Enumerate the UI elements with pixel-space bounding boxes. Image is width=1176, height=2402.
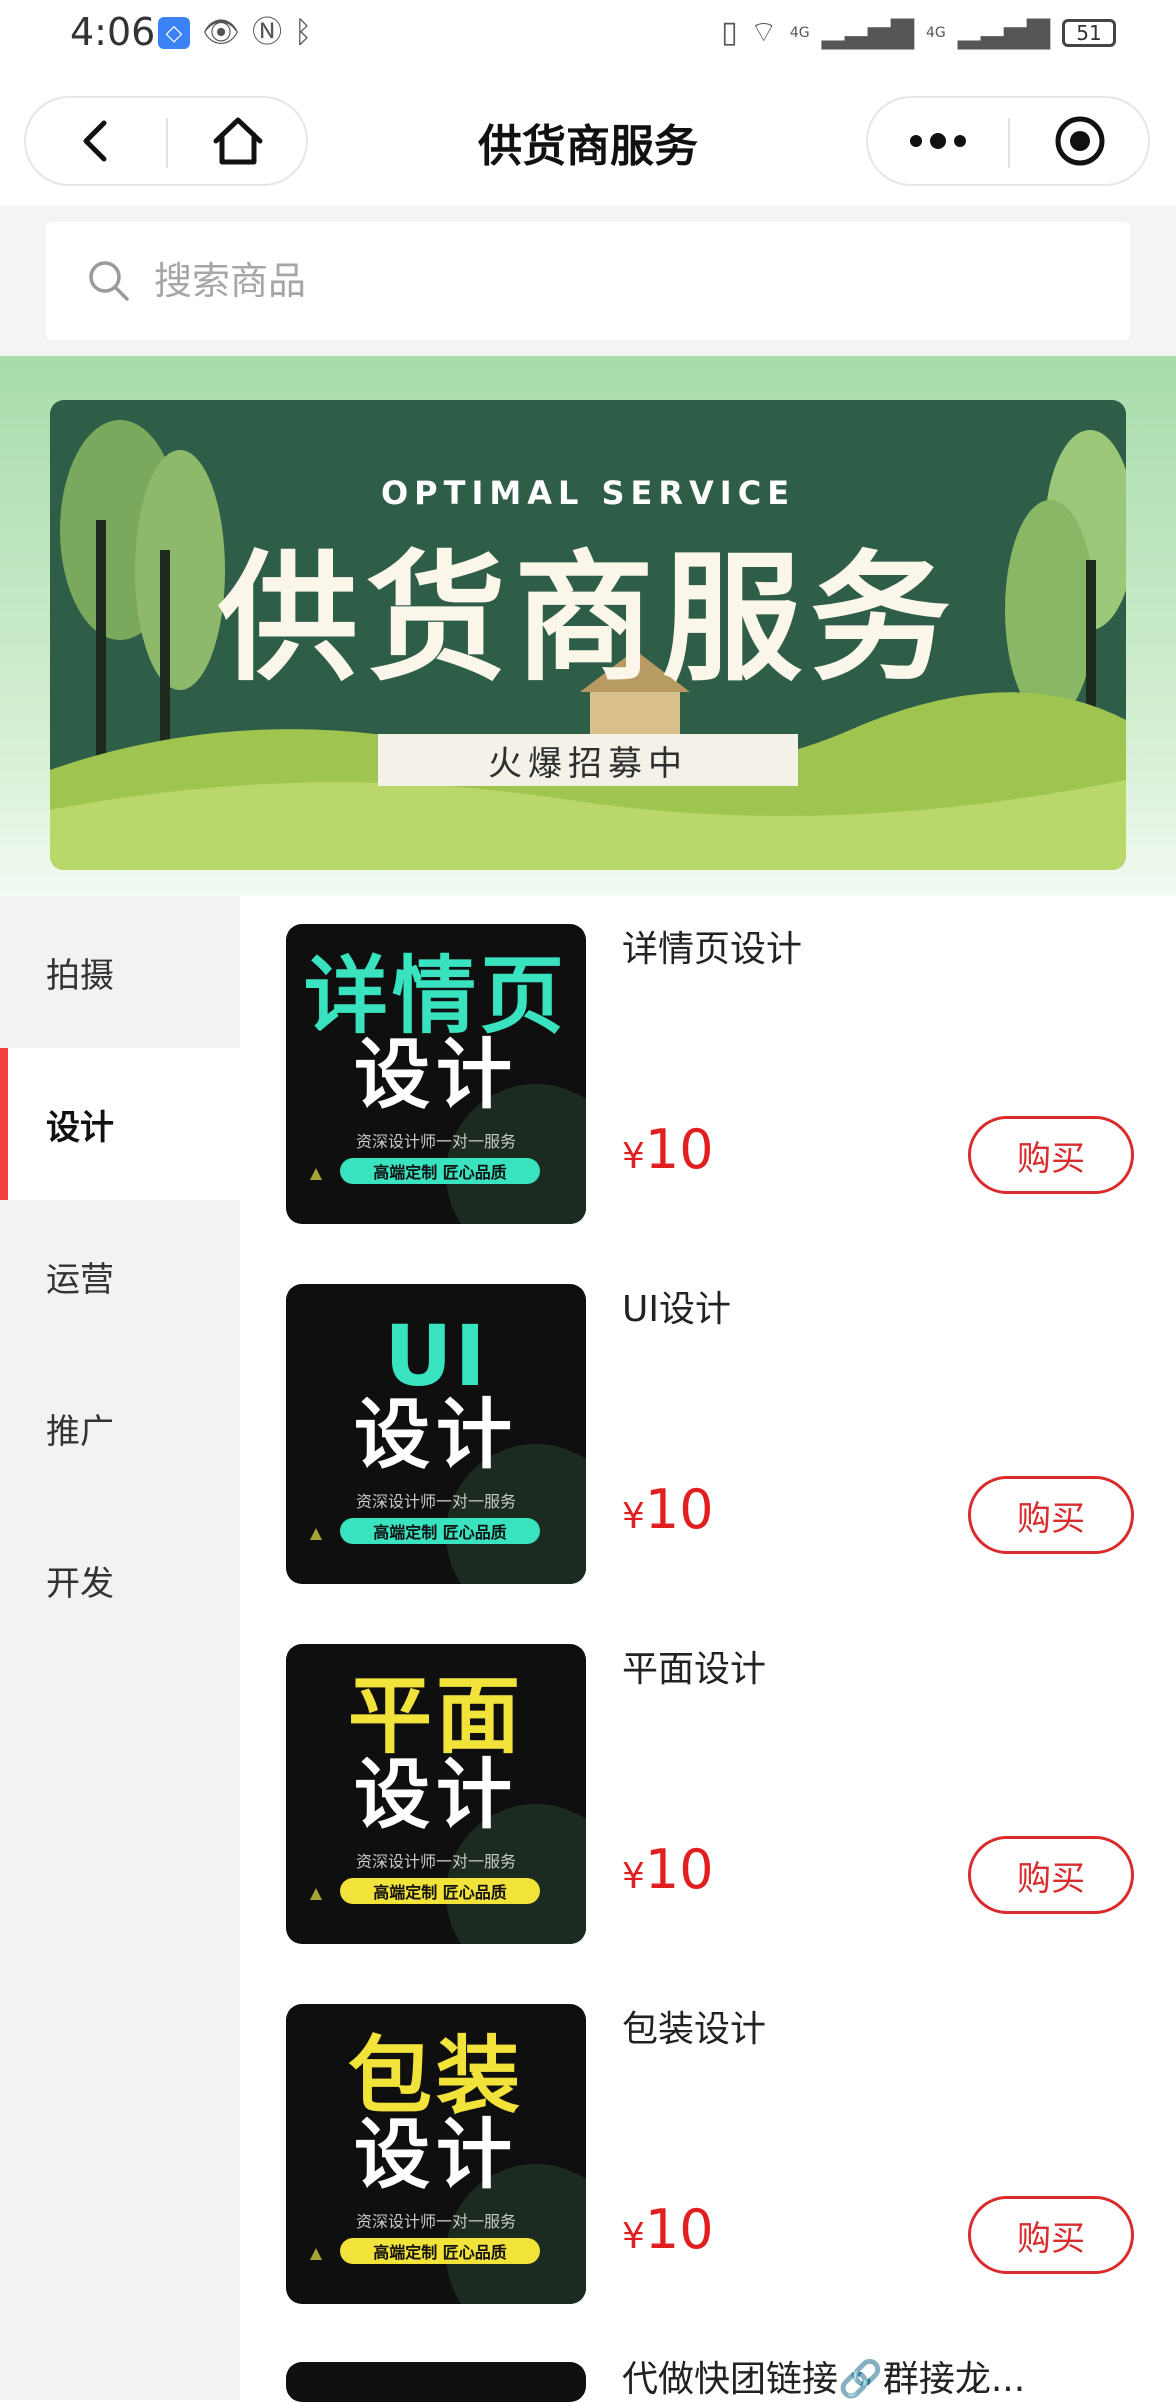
thumbnail-subheadline: 设计	[354, 1030, 518, 1119]
sidebar-item-label: 开发	[46, 1563, 114, 1604]
nfc-icon: Ⓝ	[252, 15, 283, 50]
product-card[interactable]: UI 设计 资深设计师一对一服务 高端定制 匠心品质 UI设计 ¥10 购买	[240, 1256, 1176, 1616]
thumbnail-caption: 资深设计师一对一服务	[355, 1852, 516, 1871]
product-name[interactable]: 平面设计	[622, 1640, 766, 1692]
status-time: 4:06	[70, 10, 156, 54]
banner-subtitle: OPTIMAL SERVICE	[380, 474, 796, 512]
promo-banner[interactable]: OPTIMAL SERVICE 供货商服务 火爆招募中	[50, 400, 1126, 870]
more-button[interactable]	[868, 98, 1008, 184]
signal-icon-2: ▂▃▅▇	[957, 15, 1050, 50]
product-price: ¥10	[622, 1838, 714, 1901]
sidebar-item-promotion[interactable]: 推广	[0, 1352, 240, 1504]
status-right-icons: ▯ ⌔ 4G ▂▃▅▇ 4G ▂▃▅▇ 51	[721, 16, 1116, 50]
product-thumbnail[interactable]: 平面 设计 资深设计师一对一服务 高端定制 匠心品质	[286, 1644, 586, 1944]
thumbnail-triangle	[310, 2248, 322, 2260]
product-name[interactable]: 代做快团链接🔗群接龙...	[622, 2350, 1025, 2402]
thumbnail-subheadline: 设计	[354, 1390, 518, 1479]
price-value: 10	[644, 1838, 714, 1901]
thumbnail-pill: 高端定制 匠心品质	[340, 1518, 540, 1544]
battery-level: 51	[1076, 21, 1102, 45]
sidebar-item-label: 运营	[46, 1259, 114, 1300]
status-bar: 4:06 ◇ 👁 Ⓝ ᛒ ▯ ⌔ 4G ▂▃▅▇ 4G ▂▃▅▇ 51	[0, 0, 1176, 70]
battery-icon: 51	[1062, 19, 1116, 47]
eye-icon: 👁	[202, 15, 241, 50]
product-card[interactable]: 详情页 设计 资深设计师一对一服务 高端定制 匠心品质 详情页设计 ¥10 购买	[240, 896, 1176, 1256]
target-close-icon	[1055, 116, 1105, 166]
signal-icon: ▂▃▅▇	[821, 15, 914, 50]
product-price: ¥10	[622, 2198, 714, 2261]
buy-button[interactable]: 购买	[968, 1836, 1134, 1914]
product-card[interactable]: 平面 设计 资深设计师一对一服务 高端定制 匠心品质 平面设计 ¥10 购买	[240, 1616, 1176, 1976]
product-thumbnail[interactable]: UI 设计 资深设计师一对一服务 高端定制 匠心品质	[286, 1284, 586, 1584]
thumbnail-caption: 资深设计师一对一服务	[355, 2212, 516, 2231]
product-name[interactable]: UI设计	[622, 1280, 731, 1332]
search-input[interactable]	[152, 258, 1056, 304]
price-value: 10	[644, 1478, 714, 1541]
network-type-label-2: 4G	[925, 25, 946, 41]
thumbnail-caption: 资深设计师一对一服务	[355, 1132, 516, 1151]
price-value: 10	[644, 2198, 714, 2261]
buy-button[interactable]: 购买	[968, 1116, 1134, 1194]
product-thumbnail[interactable]	[286, 2362, 586, 2402]
banner-title: 供货商服务	[217, 538, 958, 701]
nav-bar: 供货商服务	[0, 70, 1176, 206]
banner-tag: 火爆招募中	[378, 734, 798, 786]
product-name[interactable]: 详情页设计	[622, 920, 802, 972]
product-name[interactable]: 包装设计	[622, 2000, 766, 2052]
product-thumbnail[interactable]: 包装 设计 资深设计师一对一服务 高端定制 匠心品质	[286, 2004, 586, 2304]
product-price: ¥10	[622, 1118, 714, 1181]
thumbnail-triangle	[310, 1888, 322, 1900]
network-type-label: 4G	[789, 25, 810, 41]
thumbnail-pill: 高端定制 匠心品质	[340, 1878, 540, 1904]
price-currency: ¥	[622, 2216, 645, 2257]
product-card[interactable]: 包装 设计 资深设计师一对一服务 高端定制 匠心品质 包装设计 ¥10 购买	[240, 1976, 1176, 2336]
search-box[interactable]	[46, 222, 1130, 340]
sidebar-item-label: 推广	[46, 1411, 114, 1452]
price-value: 10	[644, 1118, 714, 1181]
thumbnail-triangle	[310, 1528, 322, 1540]
thumbnail-subheadline: 设计	[354, 1750, 518, 1839]
sidebar-item-operation[interactable]: 运营	[0, 1200, 240, 1352]
sidebar-item-label: 设计	[46, 1107, 114, 1148]
vibrate-icon: ▯	[721, 15, 738, 50]
buy-button[interactable]: 购买	[968, 2196, 1134, 2274]
thumbnail-caption: 资深设计师一对一服务	[355, 1492, 516, 1511]
status-left-icons: ◇ 👁 Ⓝ ᛒ	[158, 16, 312, 50]
app-notification-icon: ◇	[158, 17, 190, 49]
thumbnail-pill: 高端定制 匠心品质	[340, 2238, 540, 2264]
category-sidebar: 拍摄 设计 运营 推广 开发	[0, 896, 240, 2400]
price-currency: ¥	[622, 1136, 645, 1177]
price-currency: ¥	[622, 1496, 645, 1537]
thumbnail-triangle	[310, 1168, 322, 1180]
more-dots-icon	[910, 133, 966, 149]
sidebar-item-label: 拍摄	[46, 955, 114, 996]
wifi-icon: ⌔	[749, 15, 778, 50]
thumbnail-subheadline: 设计	[354, 2110, 518, 2199]
buy-button[interactable]: 购买	[968, 1476, 1134, 1554]
close-miniprogram-button[interactable]	[1010, 98, 1150, 184]
thumbnail-pill: 高端定制 匠心品质	[340, 1158, 540, 1184]
nav-capsule-right	[866, 96, 1150, 186]
price-currency: ¥	[622, 1856, 645, 1897]
sidebar-item-development[interactable]: 开发	[0, 1504, 240, 1656]
product-card[interactable]: 代做快团链接🔗群接龙...	[240, 2336, 1176, 2402]
product-thumbnail[interactable]: 详情页 设计 资深设计师一对一服务 高端定制 匠心品质	[286, 924, 586, 1224]
sidebar-item-design[interactable]: 设计	[0, 1048, 240, 1200]
search-icon	[89, 261, 129, 301]
search-bar-area	[0, 206, 1176, 356]
product-price: ¥10	[622, 1478, 714, 1541]
sidebar-item-shooting[interactable]: 拍摄	[0, 896, 240, 1048]
bluetooth-icon: ᛒ	[294, 15, 313, 50]
